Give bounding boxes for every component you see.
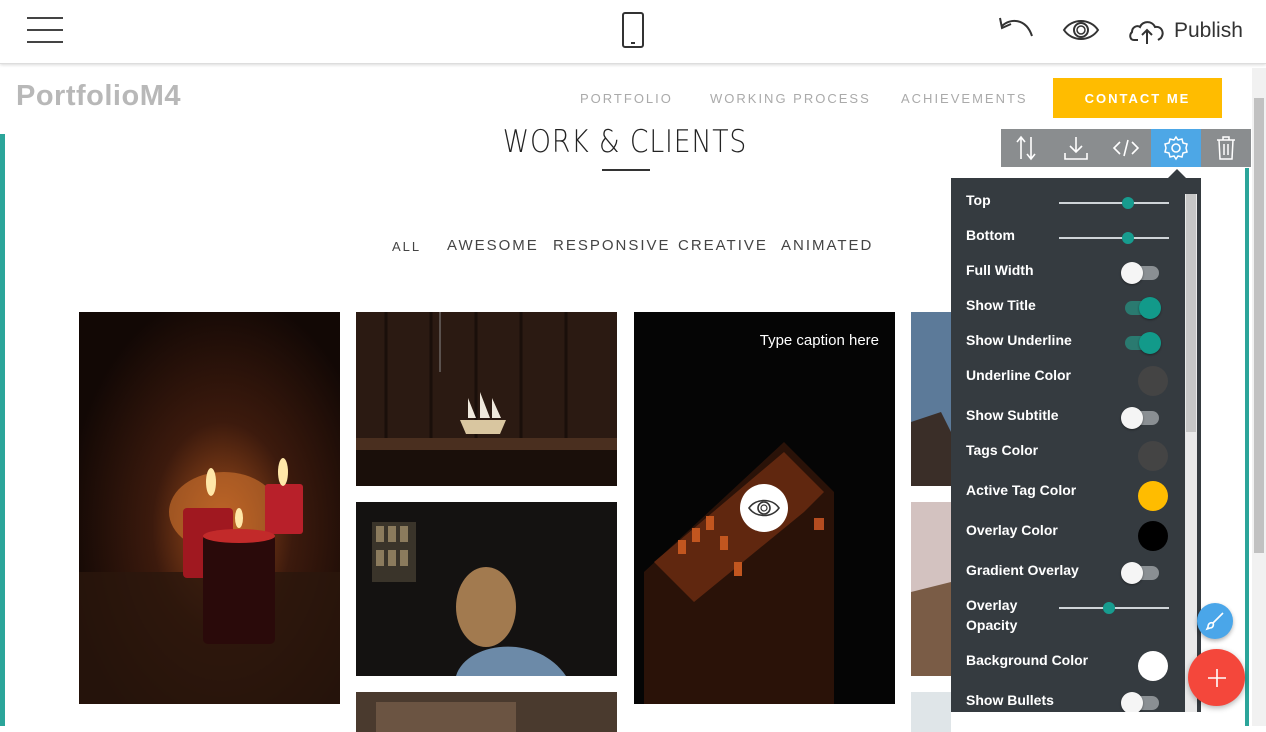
gallery-item-hills[interactable] xyxy=(911,502,951,676)
gallery-item-ship[interactable] xyxy=(356,312,617,486)
settings-panel-arrow xyxy=(1168,169,1186,178)
settings-scrollbar-thumb[interactable] xyxy=(1186,194,1196,432)
settings-scrollbar[interactable] xyxy=(1185,194,1197,712)
setting-show-underline-label: Show Underline xyxy=(966,332,1072,348)
brush-icon xyxy=(1205,612,1224,631)
publish-button[interactable]: Publish xyxy=(1128,15,1243,47)
toggle-knob xyxy=(1121,262,1143,284)
toggle-knob xyxy=(1121,692,1143,712)
toggle-knob xyxy=(1121,407,1143,429)
tag-animated[interactable]: ANIMATED xyxy=(781,237,873,254)
nav-achievements[interactable]: ACHIEVEMENTS xyxy=(901,91,1028,106)
setting-bottom-slider[interactable] xyxy=(1059,232,1169,244)
gallery-item-architecture[interactable]: Type caption here xyxy=(634,312,895,704)
cloud-upload-icon xyxy=(1129,21,1164,44)
setting-top-label: Top xyxy=(966,192,991,208)
editor-topbar: Publish xyxy=(0,0,1266,64)
gallery-item-map[interactable] xyxy=(356,692,617,732)
contact-me-button[interactable]: CONTACT ME xyxy=(1053,78,1222,118)
menu-icon[interactable] xyxy=(27,16,63,44)
toggle-knob xyxy=(1121,562,1143,584)
style-brush-button[interactable] xyxy=(1197,603,1233,639)
view-icon[interactable] xyxy=(740,484,788,532)
slider-knob[interactable] xyxy=(1122,197,1135,209)
slider-knob[interactable] xyxy=(1122,232,1135,244)
setting-overlay-opacity-label-2: Opacity xyxy=(966,617,1018,633)
setting-show-title-toggle[interactable] xyxy=(1125,297,1161,319)
setting-overlay-color-label: Overlay Color xyxy=(966,522,1058,538)
setting-show-subtitle-label: Show Subtitle xyxy=(966,407,1059,423)
setting-overlay-opacity-label: Overlay xyxy=(966,597,1018,613)
toggle-knob xyxy=(1139,332,1161,354)
plus-icon xyxy=(1207,668,1226,687)
tag-responsive[interactable]: RESPONSIVE xyxy=(553,237,671,254)
gallery-item-woman[interactable] xyxy=(356,502,617,676)
block-right-accent xyxy=(1245,168,1249,726)
tile-caption[interactable]: Type caption here xyxy=(760,332,879,349)
nav-portfolio[interactable]: PORTFOLIO xyxy=(580,91,673,106)
code-icon[interactable] xyxy=(1101,129,1151,167)
setting-tags-color-label: Tags Color xyxy=(966,442,1039,458)
undo-icon[interactable] xyxy=(996,14,1036,44)
setting-gradient-overlay-label: Gradient Overlay xyxy=(966,562,1079,578)
block-left-accent xyxy=(0,134,5,726)
mobile-icon[interactable] xyxy=(622,12,644,48)
tag-awesome[interactable]: AWESOME xyxy=(447,237,539,254)
setting-show-title-label: Show Title xyxy=(966,297,1036,313)
setting-full-width-toggle[interactable] xyxy=(1121,262,1159,284)
setting-gradient-overlay-toggle[interactable] xyxy=(1121,562,1159,584)
add-block-button[interactable] xyxy=(1188,649,1245,706)
setting-show-underline-toggle[interactable] xyxy=(1125,332,1161,354)
site-brand[interactable]: PortfolioM4 xyxy=(16,80,181,113)
setting-overlay-color-swatch[interactable] xyxy=(1138,521,1168,551)
setting-bottom-label: Bottom xyxy=(966,227,1015,243)
reorder-icon[interactable] xyxy=(1001,129,1051,167)
setting-tags-color-swatch[interactable] xyxy=(1138,441,1168,471)
slider-knob[interactable] xyxy=(1102,602,1115,614)
setting-active-tag-color-label: Active Tag Color xyxy=(966,482,1077,498)
settings-icon[interactable] xyxy=(1151,129,1201,167)
settings-panel: Top Bottom Full Width Show Title Show Un… xyxy=(951,178,1201,712)
download-icon[interactable] xyxy=(1051,129,1101,167)
setting-show-bullets-toggle[interactable] xyxy=(1121,692,1159,712)
nav-working-process[interactable]: WORKING PROCESS xyxy=(710,91,871,106)
block-toolbar xyxy=(1001,129,1251,167)
preview-icon[interactable] xyxy=(1062,16,1100,44)
title-underline xyxy=(602,169,650,171)
setting-background-color-swatch[interactable] xyxy=(1138,651,1168,681)
publish-label: Publish xyxy=(1174,19,1243,42)
setting-show-bullets-label: Show Bullets xyxy=(966,692,1054,708)
setting-show-subtitle-toggle[interactable] xyxy=(1121,407,1159,429)
setting-full-width-label: Full Width xyxy=(966,262,1034,278)
setting-top-slider[interactable] xyxy=(1059,197,1169,209)
page-scrollbar[interactable] xyxy=(1252,68,1266,726)
trash-icon[interactable] xyxy=(1201,129,1251,167)
gallery-item-candles[interactable] xyxy=(79,312,340,704)
page-scrollbar-thumb[interactable] xyxy=(1254,98,1264,553)
page-canvas: PortfolioM4 PORTFOLIO WORKING PROCESS AC… xyxy=(0,64,1266,732)
setting-overlay-opacity-slider[interactable] xyxy=(1059,602,1169,614)
gallery-item-mountain[interactable] xyxy=(911,312,951,486)
toggle-knob xyxy=(1139,297,1161,319)
tag-all[interactable]: ALL xyxy=(392,239,421,254)
setting-underline-color-label: Underline Color xyxy=(966,367,1072,383)
tag-creative[interactable]: CREATIVE xyxy=(678,237,768,254)
setting-active-tag-color-swatch[interactable] xyxy=(1138,481,1168,511)
setting-background-color-label: Background Color xyxy=(966,652,1089,668)
gallery-item-sky[interactable] xyxy=(911,692,951,732)
setting-underline-color-swatch[interactable] xyxy=(1138,366,1168,396)
